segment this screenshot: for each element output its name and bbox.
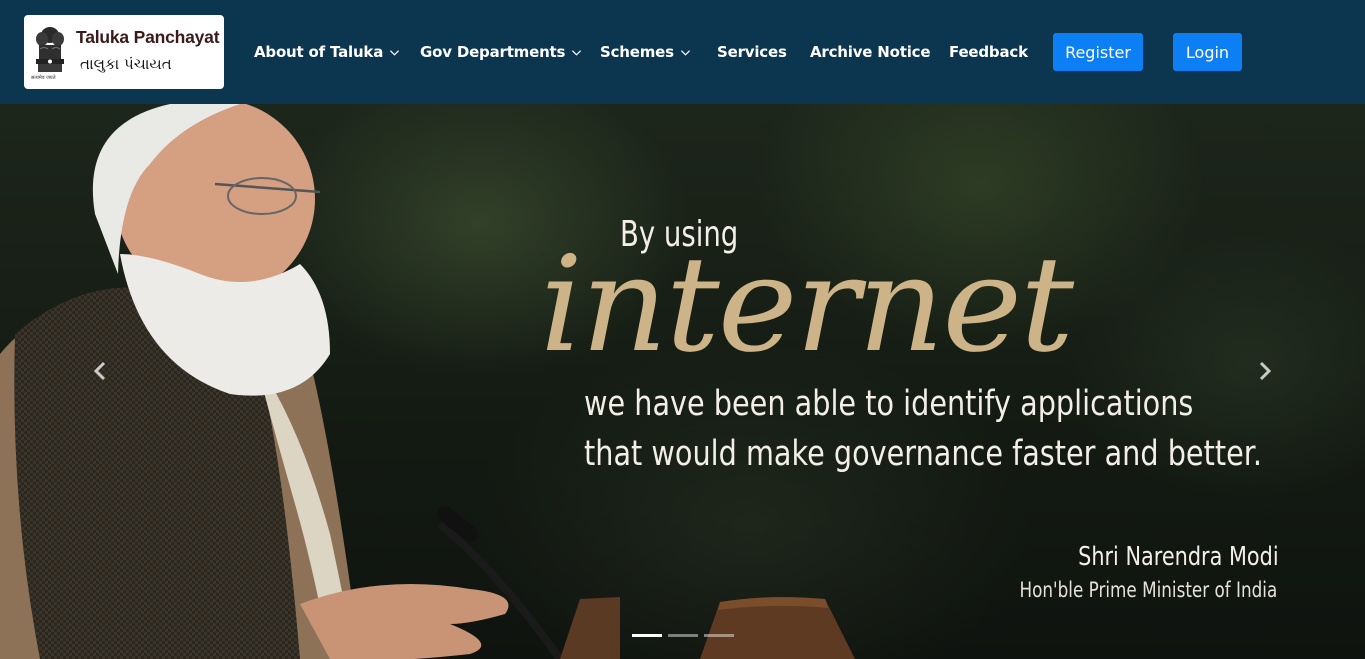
slide-line-4: that would make governance faster and be…: [584, 434, 1263, 474]
logo-title: Taluka Panchayat: [76, 27, 220, 47]
chevron-down-icon: [390, 49, 400, 56]
nav-schemes[interactable]: Schemes: [600, 41, 691, 63]
register-button[interactable]: Register: [1053, 33, 1143, 71]
nav-gov-departments[interactable]: Gov Departments: [420, 41, 582, 63]
login-button[interactable]: Login: [1173, 33, 1242, 71]
chevron-down-icon: [572, 49, 582, 56]
chevron-right-icon[interactable]: [1252, 359, 1276, 383]
podium: [700, 597, 855, 659]
carousel-indicator-2[interactable]: [668, 634, 698, 637]
slide-line-3: we have been able to identify applicatio…: [584, 384, 1194, 424]
slide-highlight: internet: [540, 228, 1074, 382]
slide-attribution-name: Shri Narendra Modi: [1078, 542, 1279, 572]
nav-label: Archive Notice: [810, 43, 931, 61]
chevron-left-icon[interactable]: [89, 359, 113, 383]
site-logo[interactable]: सत्यमेव जयते Taluka Panchayat તાલુકા પંચ…: [24, 15, 224, 89]
emblem-caption: सत्यमेव जयते: [31, 75, 56, 81]
nav-label: About of Taluka: [254, 43, 384, 61]
nav-feedback[interactable]: Feedback: [949, 41, 1028, 63]
nav-about-taluka[interactable]: About of Taluka: [254, 41, 400, 63]
nav-label: Gov Departments: [420, 43, 566, 61]
chevron-down-icon: [680, 49, 690, 56]
hero-carousel: By using internet we have been able to i…: [0, 104, 1365, 659]
slide-attribution-title: Hon'ble Prime Minister of India: [1019, 578, 1277, 602]
nav-label: Services: [717, 43, 787, 61]
carousel-indicator-1[interactable]: [632, 634, 662, 637]
nav-archive-notice[interactable]: Archive Notice: [810, 41, 931, 63]
site-header: सत्यमेव जयते Taluka Panchayat તાલુકા પંચ…: [0, 0, 1365, 104]
nav-label: Feedback: [949, 43, 1028, 61]
nav-services[interactable]: Services: [717, 41, 787, 63]
nav-label: Schemes: [600, 43, 674, 61]
carousel-indicator-3[interactable]: [704, 634, 734, 637]
logo-subtitle: તાલુકા પંચાયત: [80, 55, 172, 73]
carousel-indicators: [632, 634, 734, 637]
